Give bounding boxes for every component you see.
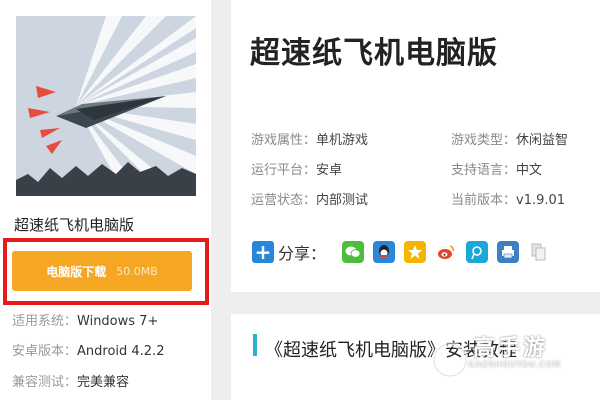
qq-icon[interactable] (373, 241, 396, 263)
spec-compat-row: 兼容测试：完美兼容 (12, 371, 129, 390)
attr-game-property: 游戏属性：单机游戏 (251, 129, 368, 148)
attr-label: 运行平台： (251, 163, 317, 178)
download-button-label: 电脑版下载 (46, 264, 107, 279)
tencent-weibo-icon[interactable] (466, 241, 489, 263)
qzone-icon[interactable] (404, 241, 427, 263)
watermark-url: GAOSHOUYOU.COM (468, 360, 562, 369)
attr-value: 安卓 (316, 163, 343, 178)
attr-value: 休闲益智 (516, 133, 569, 148)
attr-value: 中文 (516, 163, 543, 178)
spec-android-label: 安卓版本： (12, 344, 78, 359)
app-name: 超速纸飞机电脑版 (14, 216, 135, 234)
paper-plane-illustration (16, 16, 196, 196)
spec-os-label: 适用系统： (12, 314, 78, 329)
spec-compat-value: 完美兼容 (77, 375, 130, 390)
app-cover-image[interactable] (16, 16, 196, 196)
share-plus-icon[interactable]: + (252, 241, 274, 263)
copy-icon[interactable] (528, 241, 551, 263)
attr-label: 游戏属性： (251, 133, 317, 148)
attr-label: 当前版本： (451, 193, 517, 208)
attr-label: 支持语言： (451, 163, 517, 178)
watermark-text: 高手游 (473, 336, 549, 361)
share-bar: + 分享： (252, 238, 559, 266)
attr-value: 内部测试 (316, 193, 369, 208)
print-icon[interactable] (497, 241, 520, 263)
pc-download-button[interactable]: 电脑版下载 50.0MB (12, 251, 192, 291)
download-size: 50.0MB (116, 264, 158, 278)
attr-status: 运营状态：内部测试 (251, 189, 368, 208)
game-title: 超速纸飞机电脑版 (250, 36, 498, 71)
attr-version: 当前版本：v1.9.01 (451, 189, 565, 208)
spec-android-value: Android 4.2.2 (77, 344, 165, 359)
attr-label: 游戏类型： (451, 133, 517, 148)
share-label: 分享： (278, 244, 327, 263)
spec-compat-label: 兼容测试： (12, 375, 78, 390)
attr-platform: 运行平台：安卓 (251, 159, 342, 178)
attr-value: v1.9.01 (516, 193, 566, 208)
spec-os-value: Windows 7+ (77, 314, 159, 329)
spec-os-row: 适用系统：Windows 7+ (12, 310, 158, 329)
tutorial-accent-bar (253, 334, 257, 356)
weibo-icon[interactable] (435, 241, 458, 263)
attr-label: 运营状态： (251, 193, 317, 208)
spec-android-row: 安卓版本：Android 4.2.2 (12, 340, 165, 359)
attr-language: 支持语言：中文 (451, 159, 542, 178)
attr-game-type: 游戏类型：休闲益智 (451, 129, 568, 148)
attr-value: 单机游戏 (316, 133, 369, 148)
wechat-icon[interactable] (342, 241, 365, 263)
